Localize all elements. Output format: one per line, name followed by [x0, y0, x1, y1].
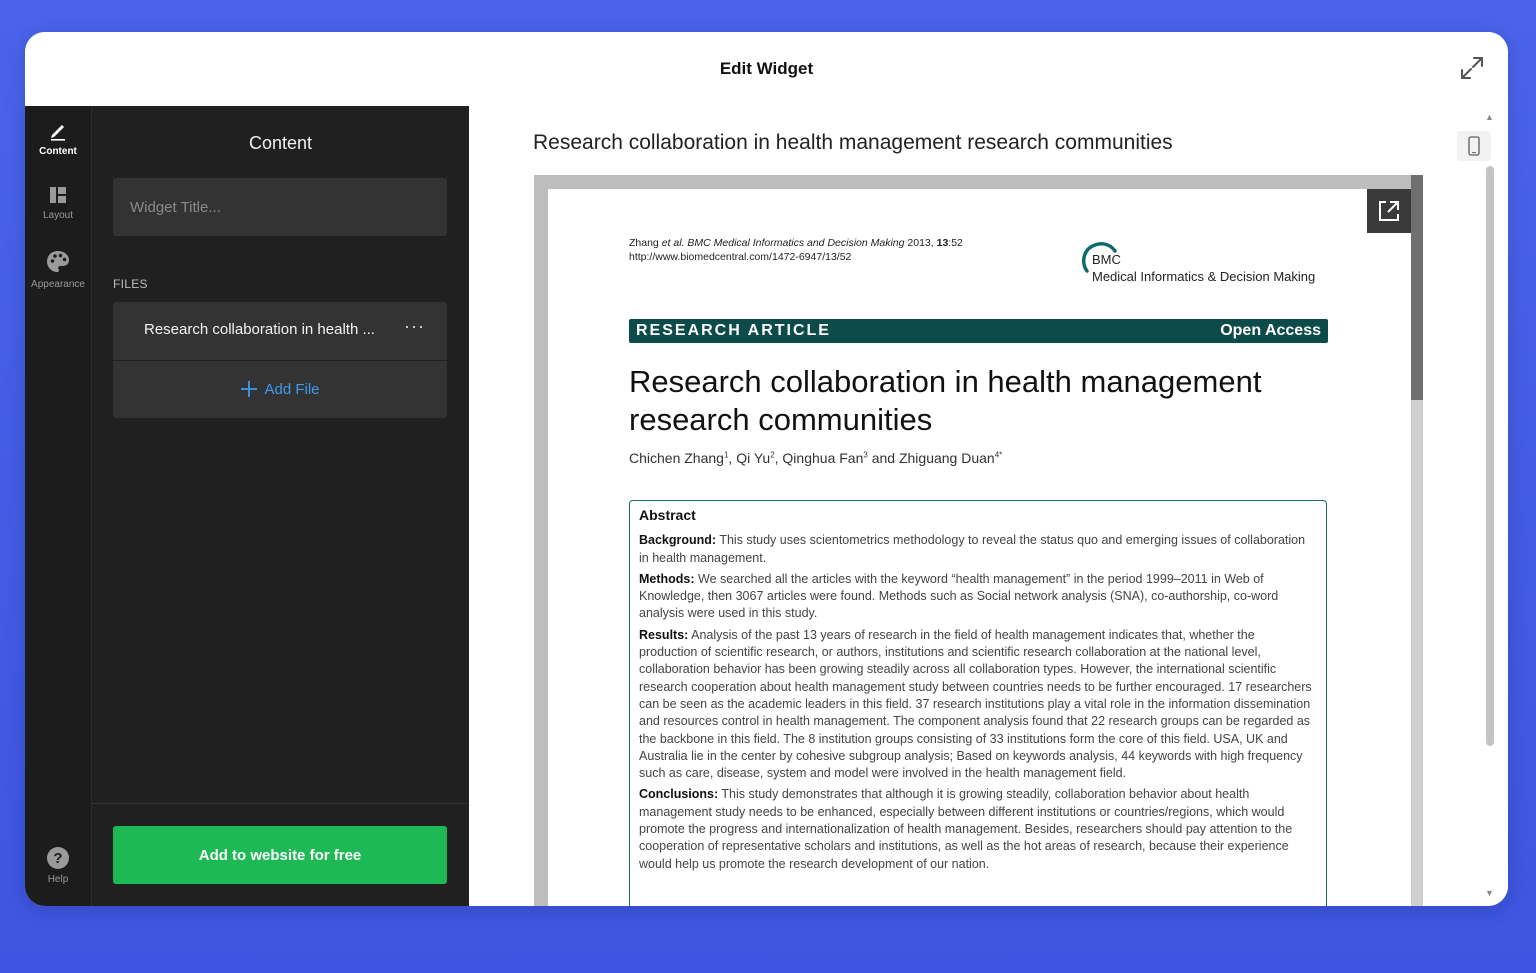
preview-area: Research collaboration in health managem… [469, 106, 1508, 906]
citation-year: 2013, [907, 237, 934, 249]
publisher-name: BMC [1092, 252, 1121, 267]
abstract-text: This study demonstrates that although it… [639, 787, 1293, 871]
pdf-scrollbar-thumb[interactable] [1411, 175, 1423, 400]
window-header: Edit Widget [25, 32, 1508, 107]
abstract-paragraph: Conclusions: This study demonstrates tha… [639, 786, 1314, 872]
abstract-text: This study uses scientometrics methodolo… [639, 533, 1306, 565]
citation-issue: :52 [948, 237, 963, 249]
window-title: Edit Widget [719, 59, 814, 78]
abstract-box: Abstract Background: This study uses sci… [629, 500, 1327, 906]
palette-icon [47, 251, 69, 272]
article-type-bar: RESEARCH ARTICLE Open Access [629, 319, 1328, 343]
rail-item-appearance[interactable]: Appearance [25, 249, 91, 290]
abstract-text: We searched all the articles with the ke… [639, 571, 1279, 621]
citation-authors: Zhang [629, 237, 659, 249]
nav-rail: Content Layout Appearance ? Help [25, 106, 92, 906]
widget-title-input[interactable] [113, 178, 447, 236]
abstract-label: Conclusions: [639, 787, 719, 802]
abstract-paragraph: Results: Analysis of the past 13 years o… [639, 627, 1314, 783]
pencil-icon [51, 125, 65, 141]
citation-url: http://www.biomedcentral.com/1472-6947/1… [629, 251, 852, 263]
citation-journal: BMC Medical Informatics and Decision Mak… [687, 237, 905, 249]
citation-etal: et al. [661, 237, 685, 249]
author-name: Zhiguang Duan [898, 450, 995, 466]
pdf-scrollbar[interactable] [1411, 175, 1423, 906]
scroll-up-icon[interactable]: ▲ [1485, 112, 1494, 122]
pdf-page: Zhang et al. BMC Medical Informatics and… [548, 189, 1412, 906]
article-type: RESEARCH ARTICLE [636, 322, 831, 339]
rail-item-layout[interactable]: Layout [25, 184, 91, 221]
open-access-label: Open Access [1220, 322, 1321, 339]
external-link-icon [1379, 201, 1399, 221]
abstract-label: Methods: [639, 571, 695, 586]
add-file-label: Add File [264, 380, 320, 398]
author-and: and [867, 450, 899, 466]
plus-icon [241, 381, 258, 397]
content-panel: Content FILES Research collaboration in … [92, 106, 469, 906]
abstract-paragraph: Background: This study uses scientometri… [639, 532, 1314, 567]
citation-volume: 13 [936, 237, 949, 249]
expand-icon[interactable] [1458, 54, 1486, 82]
author-name: Qi Yu [736, 450, 771, 466]
article-title: Research collaboration in health managem… [629, 364, 1262, 437]
layout-icon [50, 187, 66, 203]
scroll-down-icon[interactable]: ▼ [1485, 888, 1494, 898]
add-to-website-button[interactable]: Add to website for free [113, 826, 447, 884]
rail-item-label: Layout [42, 210, 74, 221]
rail-item-content[interactable]: Content [25, 120, 91, 157]
pdf-viewer[interactable]: Zhang et al. BMC Medical Informatics and… [534, 175, 1423, 906]
preview-title: Research collaboration in health managem… [533, 131, 1173, 154]
add-file-button[interactable]: Add File [113, 361, 447, 418]
preview-scrollbar[interactable]: ▲ ▼ [1483, 106, 1497, 906]
help-icon: ? [47, 847, 69, 869]
journal-name: Medical Informatics & Decision Making [1092, 269, 1316, 284]
open-external-button[interactable] [1367, 189, 1411, 233]
author-name: Qinghua Fan [782, 450, 864, 466]
abstract-text: Analysis of the past 13 years of researc… [639, 627, 1312, 781]
abstract-label: Background: [639, 533, 717, 548]
help-label: Help [47, 874, 69, 885]
edit-widget-window: Edit Widget Content Layout Appearance ? … [25, 32, 1508, 906]
abstract-heading: Abstract [639, 507, 696, 523]
author-name: Chichen Zhang [629, 450, 724, 466]
citation: Zhang et al. BMC Medical Informatics and… [629, 236, 963, 264]
svg-text:?: ? [53, 850, 62, 867]
files-label: FILES [113, 277, 148, 291]
rail-item-label: Content [39, 146, 77, 157]
rail-item-label: Appearance [31, 279, 85, 290]
authors: Chichen Zhang1, Qi Yu2, Qinghua Fan3 and… [629, 450, 1002, 466]
abstract-label: Results: [639, 627, 689, 642]
more-options-icon[interactable]: ··· [404, 316, 425, 337]
preview-scrollbar-thumb[interactable] [1486, 166, 1494, 746]
file-item[interactable]: Research collaboration in health ... ··· [113, 302, 447, 360]
help-button[interactable]: ? Help [25, 846, 91, 885]
file-name: Research collaboration in health ... [144, 321, 375, 338]
panel-title: Content [248, 133, 313, 153]
abstract-paragraph: Methods: We searched all the articles wi… [639, 571, 1314, 623]
panel-footer: Add to website for free [92, 803, 469, 906]
author-affiliation: 4* [994, 450, 1003, 460]
